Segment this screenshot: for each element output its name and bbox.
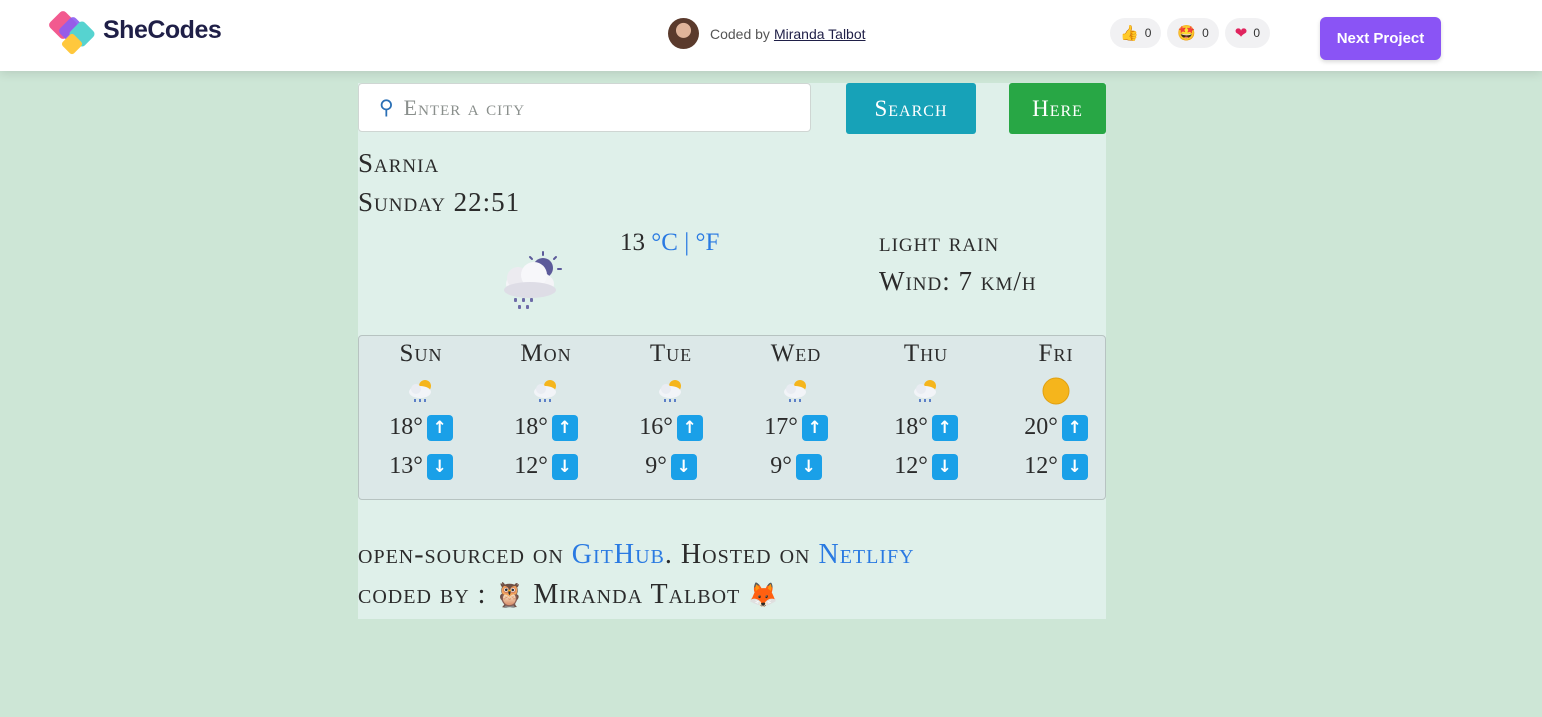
shecodes-logo-icon[interactable] <box>48 10 98 58</box>
forecast-low: 9° ↓ <box>734 447 858 486</box>
netlify-link[interactable]: Netlify <box>818 539 914 570</box>
author-link[interactable]: Miranda Talbot <box>774 26 866 42</box>
reaction-count: 0 <box>1144 26 1152 40</box>
low-temp: 12° <box>894 453 928 479</box>
search-placeholder: Enter a city <box>403 94 526 120</box>
high-temp: 18° <box>514 414 548 440</box>
sun-icon <box>994 376 1118 408</box>
forecast-low: 9° ↓ <box>609 447 733 486</box>
fox-icon: 🦊 <box>748 581 780 609</box>
arrow-down-icon: ↓ <box>931 453 958 480</box>
forecast-day: Tue 16° ↑ 9° ↓ <box>609 336 733 486</box>
forecast-day: Mon 18° ↑ 12° ↓ <box>484 336 608 486</box>
reactions: 👍 0 🤩 0 ❤ 0 <box>1110 18 1271 48</box>
avatar <box>668 18 699 49</box>
forecast-panel: Sun 18° ↑ 13° ↓ Mon 18° ↑ 12° ↓ Tue 16° ↑ 9° ↓… <box>358 335 1106 500</box>
reaction-count: 0 <box>1202 26 1209 40</box>
coded-by: Coded by Miranda Talbot <box>668 18 866 49</box>
forecast-day-name: Tue <box>649 340 693 367</box>
forecast-day-name: Fri <box>1038 340 1074 367</box>
github-link[interactable]: GitHub <box>572 539 665 570</box>
forecast-low: 12° ↓ <box>864 447 988 486</box>
footer-author-name: Miranda Talbot <box>533 579 741 610</box>
forecast-day-name: Mon <box>520 340 572 367</box>
high-temp: 20° <box>1024 414 1058 440</box>
coded-by-text: coded by : <box>358 579 487 610</box>
thumbs-up-icon: 👍 <box>1120 25 1139 42</box>
forecast-day: Fri 20° ↑ 12° ↓ <box>994 336 1118 486</box>
forecast-low: 12° ↓ <box>994 447 1118 486</box>
forecast-day-name: Wed <box>770 340 822 367</box>
forecast-high: 17° ↑ <box>734 408 858 447</box>
owl-icon: 🦉 <box>494 581 526 609</box>
star-struck-icon: 🤩 <box>1177 25 1197 42</box>
brand-name[interactable]: SheCodes <box>103 16 222 45</box>
forecast-high: 16° ↑ <box>609 408 733 447</box>
city-search-input[interactable]: ⚲ Enter a city <box>358 83 811 132</box>
open-sourced-text: open-sourced on <box>358 539 564 570</box>
rain-cloud-sun-icon <box>359 376 483 408</box>
arrow-up-icon: ↑ <box>801 414 828 441</box>
arrow-up-icon: ↑ <box>931 414 958 441</box>
forecast-day: Wed 17° ↑ 9° ↓ <box>734 336 858 486</box>
arrow-down-icon: ↓ <box>795 453 822 480</box>
low-temp: 9° <box>645 453 667 479</box>
arrow-down-icon: ↓ <box>426 453 453 480</box>
forecast-day: Sun 18° ↑ 13° ↓ <box>359 336 483 486</box>
rain-cloud-sun-icon <box>734 376 858 408</box>
current-datetime: Sunday 22:51 <box>358 187 521 217</box>
forecast-day-name: Sun <box>399 340 443 367</box>
forecast-high: 18° ↑ <box>484 408 608 447</box>
arrow-down-icon: ↓ <box>551 453 578 480</box>
wind-speed: Wind: 7 km/h <box>879 266 1037 296</box>
low-temp: 9° <box>770 453 792 479</box>
high-temp: 18° <box>894 414 928 440</box>
next-project-button[interactable]: Next Project <box>1320 17 1441 60</box>
footer-author: coded by : 🦉 Miranda Talbot 🦊 <box>358 579 779 611</box>
rain-cloud-sun-icon <box>864 376 988 408</box>
high-temp: 17° <box>764 414 798 440</box>
pushpin-icon: ⚲ <box>379 97 394 119</box>
forecast-day-name: Thu <box>903 340 949 367</box>
rain-cloud-sun-icon <box>484 376 608 408</box>
forecast-day: Thu 18° ↑ 12° ↓ <box>864 336 988 486</box>
fahrenheit-link[interactable]: °F <box>695 229 719 256</box>
rain-cloud-moon-icon <box>504 251 562 309</box>
arrow-up-icon: ↑ <box>551 414 578 441</box>
current-temperature: 13 °C | °F <box>620 229 719 257</box>
search-button[interactable]: Search <box>846 83 976 134</box>
reaction-count: 0 <box>1253 26 1261 40</box>
low-temp: 13° <box>389 453 423 479</box>
arrow-up-icon: ↑ <box>676 414 703 441</box>
weather-app: ⚲ Enter a city Search Here Sarnia Sunday… <box>358 83 1106 619</box>
high-temp: 18° <box>389 414 423 440</box>
coded-by-prefix: Coded by <box>710 25 770 42</box>
forecast-high: 18° ↑ <box>864 408 988 447</box>
celsius-link[interactable]: °C <box>651 229 678 256</box>
low-temp: 12° <box>1024 453 1058 479</box>
reaction-thumbs-up[interactable]: 👍 0 <box>1110 18 1162 48</box>
arrow-up-icon: ↑ <box>426 414 453 441</box>
rain-cloud-sun-icon <box>609 376 733 408</box>
hosted-text: . Hosted on <box>664 539 811 570</box>
forecast-low: 12° ↓ <box>484 447 608 486</box>
arrow-down-icon: ↓ <box>1061 453 1088 480</box>
city-name: Sarnia <box>358 148 440 178</box>
top-bar: SheCodes Coded by Miranda Talbot 👍 0 🤩 0… <box>0 0 1542 71</box>
footer-credits: open-sourced on GitHub. Hosted on Netlif… <box>358 539 915 571</box>
reaction-heart[interactable]: ❤ 0 <box>1224 18 1271 48</box>
temperature-value: 13 <box>620 229 645 256</box>
unit-separator: | <box>684 229 690 256</box>
arrow-down-icon: ↓ <box>670 453 697 480</box>
forecast-high: 20° ↑ <box>994 408 1118 447</box>
low-temp: 12° <box>514 453 548 479</box>
high-temp: 16° <box>639 414 673 440</box>
forecast-low: 13° ↓ <box>359 447 483 486</box>
heart-icon: ❤ <box>1234 25 1248 42</box>
here-button[interactable]: Here <box>1009 83 1106 134</box>
forecast-high: 18° ↑ <box>359 408 483 447</box>
reaction-star-struck[interactable]: 🤩 0 <box>1167 18 1219 48</box>
arrow-up-icon: ↑ <box>1061 414 1088 441</box>
weather-description: light rain <box>879 227 1000 257</box>
